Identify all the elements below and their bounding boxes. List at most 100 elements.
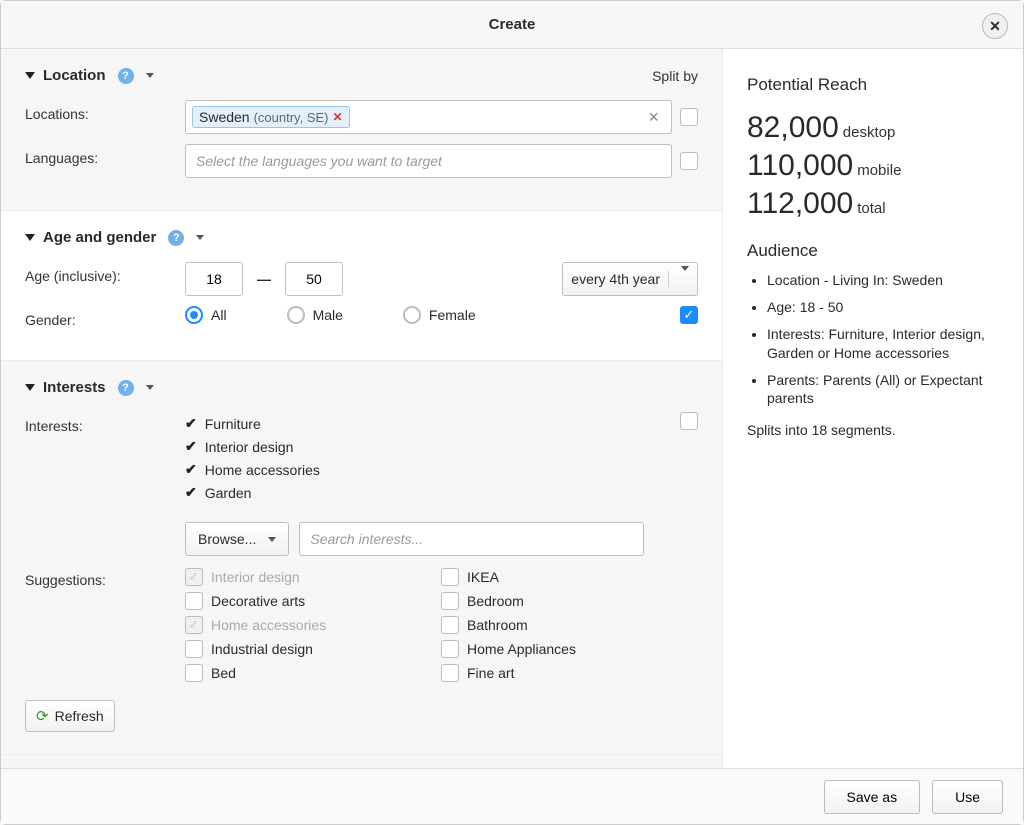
suggestion-checkbox[interactable]	[441, 592, 459, 610]
interest-label: Home accessories	[205, 462, 320, 478]
interest-selected[interactable]: ✔ Home accessories	[185, 458, 680, 481]
radio-male[interactable]	[287, 306, 305, 324]
row-gender: Gender: All Male Female ✓	[25, 306, 698, 328]
reach-mobile: 110,000mobile	[747, 149, 999, 183]
suggestions-grid: ✓Interior design IKEA Decorative arts Be…	[185, 566, 691, 684]
dropdown-menu-age[interactable]	[196, 235, 204, 240]
suggestion-item[interactable]: Fine art	[441, 662, 691, 684]
suggestion-checkbox[interactable]	[441, 640, 459, 658]
section-age-gender: Age and gender ? Age (inclusive): — ever…	[1, 211, 722, 361]
help-icon[interactable]: ?	[118, 380, 134, 396]
help-icon[interactable]: ?	[168, 230, 184, 246]
collapse-toggle-interests[interactable]	[25, 384, 35, 391]
age-dash: —	[251, 271, 277, 287]
token-subtext: (country, SE)	[254, 110, 329, 125]
interest-selected[interactable]: ✔Furniture	[185, 412, 680, 435]
suggestion-item[interactable]: Industrial design	[185, 638, 435, 660]
radio-all[interactable]	[185, 306, 203, 324]
radio-label-all: All	[211, 307, 227, 323]
split-checkbox-interests[interactable]	[680, 412, 698, 430]
suggestion-checkbox[interactable]	[185, 664, 203, 682]
suggestion-checkbox[interactable]	[185, 640, 203, 658]
section-header-interests: Interests ?	[25, 379, 698, 396]
interest-selected[interactable]: ✔Garden	[185, 481, 680, 504]
right-column: Potential Reach 82,000desktop 110,000mob…	[723, 49, 1023, 768]
suggestion-label: Bed	[211, 665, 236, 681]
dropdown-menu-location[interactable]	[146, 73, 154, 78]
section-title-interests: Interests	[43, 379, 106, 396]
suggestion-checkbox: ✓	[185, 616, 203, 634]
audience-title: Audience	[747, 241, 999, 261]
suggestion-item[interactable]: ✓Home accessories	[185, 614, 435, 636]
suggestion-label: Bedroom	[467, 593, 524, 609]
section-header-age: Age and gender ?	[25, 229, 698, 246]
collapse-toggle-location[interactable]	[25, 72, 35, 79]
check-icon: ✔	[185, 461, 197, 478]
browse-interests-button[interactable]: Browse...	[185, 522, 289, 556]
age-frequency-select[interactable]: every 4th year	[562, 262, 698, 296]
audience-item: Location - Living In: Sweden	[767, 271, 999, 290]
suggestion-checkbox[interactable]	[185, 592, 203, 610]
remove-token-icon[interactable]: ✕	[332, 110, 342, 124]
interest-selected[interactable]: ✔Interior design	[185, 435, 680, 458]
suggestion-item[interactable]: Bathroom	[441, 614, 691, 636]
suggestion-item[interactable]: IKEA	[441, 566, 691, 588]
suggestion-item[interactable]: Decorative arts	[185, 590, 435, 612]
check-icon: ✔	[185, 438, 197, 455]
close-icon: ✕	[989, 18, 1001, 35]
check-icon: ✔	[185, 415, 197, 432]
refresh-button[interactable]: ⟳ Refresh	[25, 700, 115, 732]
radio-female[interactable]	[403, 306, 421, 324]
gender-radio-group: All Male Female	[185, 306, 476, 324]
age-frequency-value: every 4th year	[571, 271, 660, 287]
radio-label-female: Female	[429, 307, 476, 323]
suggestion-item[interactable]: ✓Interior design	[185, 566, 435, 588]
reach-desktop-label: desktop	[843, 124, 896, 141]
languages-input[interactable]	[185, 144, 672, 178]
suggestion-checkbox[interactable]	[441, 568, 459, 586]
dialog-body: Location ? Split by Locations: Sweden (c…	[1, 49, 1023, 768]
suggestion-item[interactable]: Bedroom	[441, 590, 691, 612]
split-checkbox-locations[interactable]	[680, 108, 698, 126]
token-text: Sweden	[199, 109, 250, 125]
locations-input[interactable]: Sweden (country, SE) ✕ ×	[185, 100, 672, 134]
suggestion-checkbox[interactable]	[441, 664, 459, 682]
split-checkbox-languages[interactable]	[680, 152, 698, 170]
dropdown-menu-interests[interactable]	[146, 385, 154, 390]
collapse-toggle-age[interactable]	[25, 234, 35, 241]
split-checkbox-gender[interactable]: ✓	[680, 306, 698, 324]
reach-mobile-num: 110,000	[747, 149, 853, 182]
age-min-input[interactable]	[185, 262, 243, 296]
help-icon[interactable]: ?	[118, 68, 134, 84]
label-locations: Locations:	[25, 100, 185, 122]
search-interests-input[interactable]	[299, 522, 644, 556]
row-interests: Interests: ✔Furniture ✔Interior design ✔…	[25, 412, 698, 556]
suggestion-item[interactable]: Bed	[185, 662, 435, 684]
close-button[interactable]: ✕	[982, 13, 1008, 39]
radio-label-male: Male	[313, 307, 343, 323]
section-location: Location ? Split by Locations: Sweden (c…	[1, 49, 722, 211]
reach-total: 112,000total	[747, 187, 999, 221]
section-interests: Interests ? Interests: ✔Furniture ✔Inter…	[1, 361, 722, 755]
potential-reach-title: Potential Reach	[747, 75, 999, 95]
suggestion-label: Industrial design	[211, 641, 313, 657]
left-column: Location ? Split by Locations: Sweden (c…	[1, 49, 723, 768]
chevron-down-icon	[268, 537, 276, 542]
save-as-button[interactable]: Save as	[824, 780, 921, 814]
use-button[interactable]: Use	[932, 780, 1003, 814]
suggestion-label: Fine art	[467, 665, 514, 681]
suggestion-checkbox[interactable]	[441, 616, 459, 634]
clear-locations-icon[interactable]: ×	[642, 107, 665, 128]
row-languages: Languages:	[25, 144, 698, 178]
label-age: Age (inclusive):	[25, 262, 185, 284]
suggestion-label: IKEA	[467, 569, 499, 585]
suggestion-label: Interior design	[211, 569, 300, 585]
age-max-input[interactable]	[285, 262, 343, 296]
dialog-footer: Save as Use	[1, 768, 1023, 824]
suggestion-label: Bathroom	[467, 617, 528, 633]
split-by-label: Split by	[652, 68, 698, 84]
label-gender: Gender:	[25, 306, 185, 328]
dialog-header: Create ✕	[1, 1, 1023, 49]
suggestion-item[interactable]: Home Appliances	[441, 638, 691, 660]
interest-label: Garden	[205, 485, 252, 501]
